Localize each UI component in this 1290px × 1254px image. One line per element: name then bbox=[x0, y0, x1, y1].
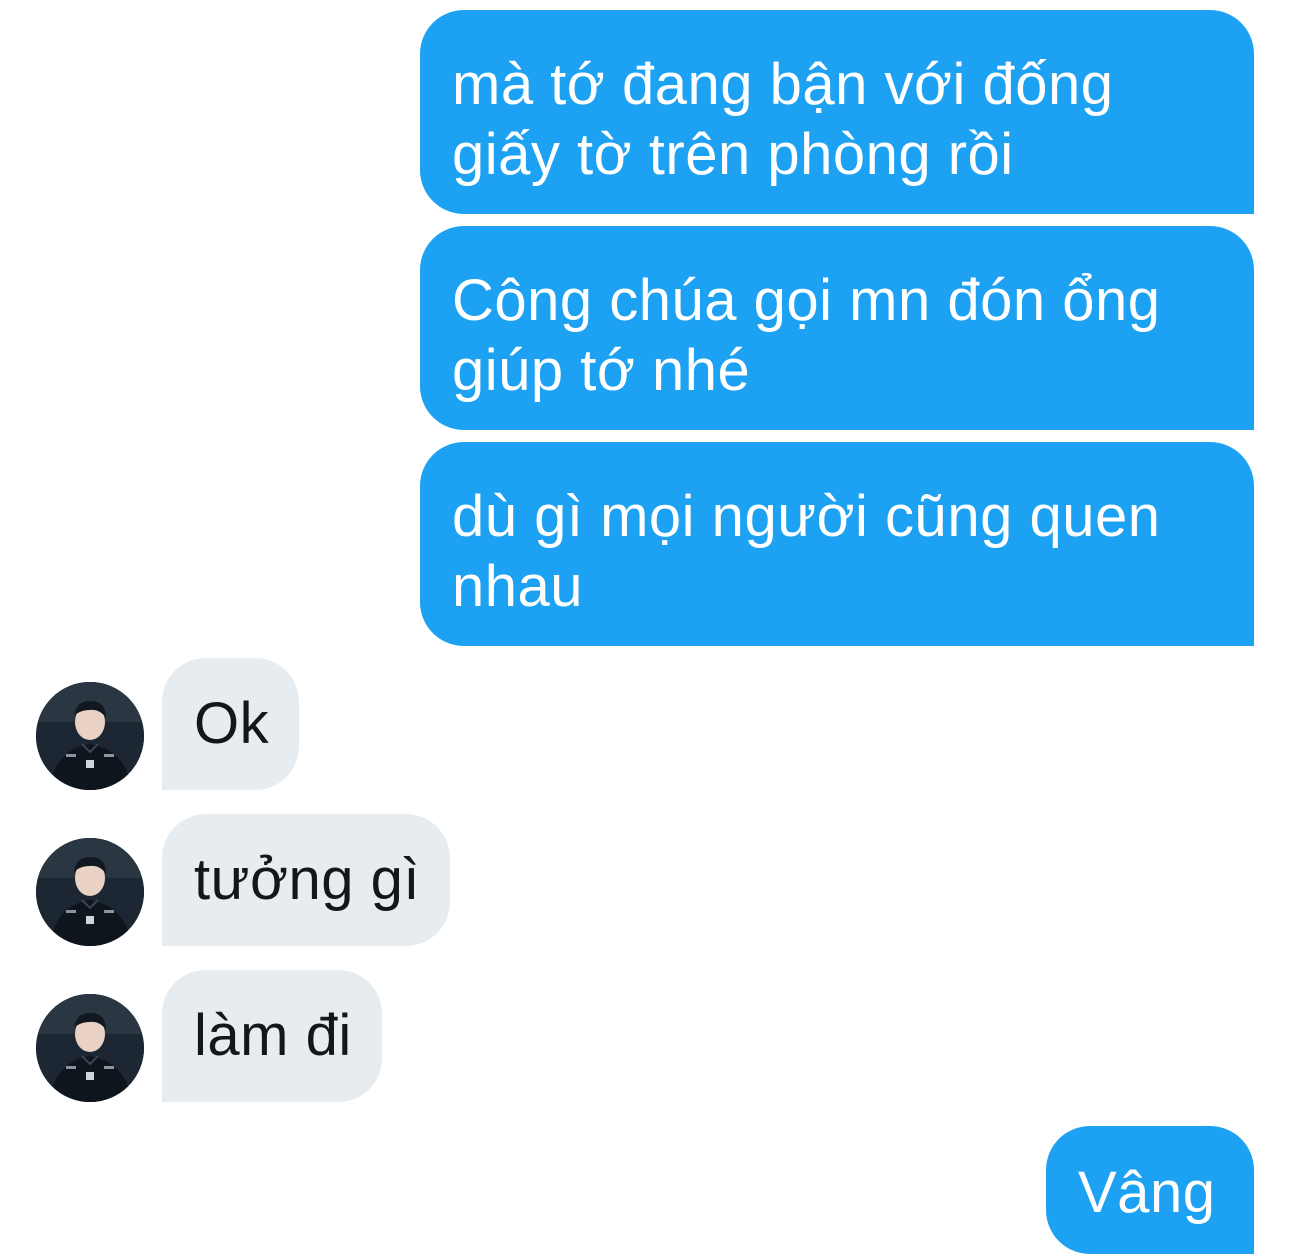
user-avatar-icon bbox=[36, 838, 144, 946]
message-line: Vâng bbox=[1078, 1160, 1216, 1225]
outgoing-message[interactable]: mà tớ đang bận với đống giấy tờ trên phò… bbox=[420, 10, 1254, 214]
avatar[interactable] bbox=[36, 838, 144, 946]
message-line: dù gì mọi người cũng quen bbox=[452, 484, 1161, 549]
avatar[interactable] bbox=[36, 682, 144, 790]
user-avatar-icon bbox=[36, 994, 144, 1102]
avatar[interactable] bbox=[36, 994, 144, 1102]
message-text: làm đi bbox=[194, 1003, 352, 1068]
incoming-message[interactable]: tưởng gì bbox=[162, 814, 450, 946]
message-line: nhau bbox=[452, 554, 584, 619]
incoming-message[interactable]: làm đi bbox=[162, 970, 382, 1102]
message-line: giấy tờ trên phòng rồi bbox=[452, 122, 1014, 187]
outgoing-message[interactable]: dù gì mọi người cũng quen nhau bbox=[420, 442, 1254, 646]
message-line: mà tớ đang bận với đống bbox=[452, 52, 1114, 117]
message-text: tưởng gì bbox=[194, 847, 420, 912]
message-line: giúp tớ nhé bbox=[452, 338, 751, 403]
message-line: Công chúa gọi mn đón ổng bbox=[452, 268, 1161, 333]
user-avatar-icon bbox=[36, 682, 144, 790]
message-text: Ok bbox=[194, 691, 270, 756]
outgoing-message[interactable]: Công chúa gọi mn đón ổng giúp tớ nhé bbox=[420, 226, 1254, 430]
incoming-message[interactable]: Ok bbox=[162, 658, 300, 790]
outgoing-message[interactable]: Vâng bbox=[1046, 1126, 1254, 1254]
